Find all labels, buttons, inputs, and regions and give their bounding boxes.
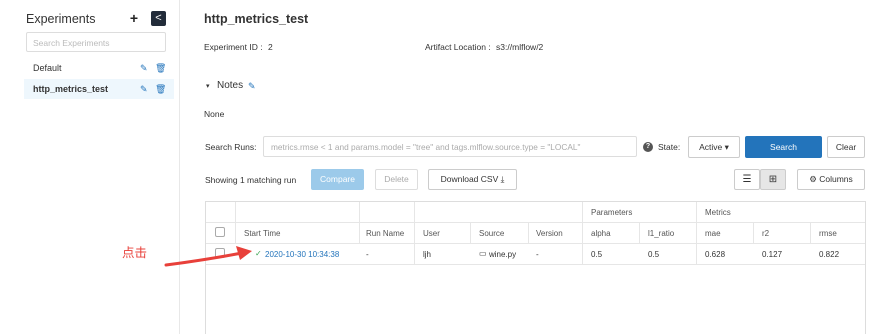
- list-view-icon[interactable]: ☰: [734, 169, 760, 190]
- download-csv-button[interactable]: Download CSV ⤓: [428, 169, 517, 190]
- sidebar-title: Experiments: [26, 12, 96, 26]
- sidebar-item-http-metrics-test[interactable]: http_metrics_test ✎ 🗑: [24, 79, 174, 99]
- column-header-source[interactable]: Source: [479, 229, 504, 238]
- annotation-arrow-icon: [164, 246, 252, 267]
- notes-edit-icon[interactable]: ✎: [248, 81, 256, 92]
- sidebar-item-default[interactable]: Default ✎ 🗑: [24, 58, 174, 78]
- columns-button[interactable]: ⚙ Columns: [797, 169, 865, 190]
- parameters-group-header: Parameters: [591, 208, 633, 217]
- delete-button[interactable]: Delete: [375, 169, 418, 190]
- search-runs-label: Search Runs:: [205, 142, 257, 152]
- clear-button[interactable]: Clear: [827, 136, 865, 158]
- column-header-start-time[interactable]: Start Time: [244, 229, 280, 238]
- column-header-version[interactable]: Version: [536, 229, 563, 238]
- version-cell: -: [536, 250, 539, 259]
- column-header-run-name[interactable]: Run Name: [366, 229, 404, 238]
- help-icon[interactable]: ?: [643, 142, 653, 152]
- artifact-location: Artifact Location : s3://mlflow/2: [425, 42, 543, 52]
- add-experiment-icon[interactable]: +: [127, 11, 141, 26]
- edit-icon[interactable]: ✎: [140, 58, 148, 78]
- source-cell[interactable]: wine.py: [489, 250, 516, 259]
- experiment-search-input[interactable]: Search Experiments: [26, 32, 166, 52]
- state-label: State:: [658, 142, 681, 152]
- notes-caret-icon[interactable]: ▾: [206, 82, 210, 90]
- match-count: Showing 1 matching run: [205, 175, 297, 185]
- notes-label[interactable]: Notes: [217, 80, 243, 91]
- source-file-icon: ▭: [479, 249, 487, 258]
- artifact-location-label: Artifact Location :: [425, 42, 491, 52]
- column-header-user[interactable]: User: [423, 229, 440, 238]
- r2-cell: 0.127: [762, 250, 783, 259]
- experiment-id: Experiment ID : 2: [204, 42, 273, 52]
- experiment-id-label: Experiment ID :: [204, 42, 263, 52]
- rmse-cell: 0.822: [819, 250, 840, 259]
- edit-icon[interactable]: ✎: [140, 79, 148, 99]
- search-runs-input[interactable]: metrics.rmse < 1 and params.model = "tre…: [263, 136, 637, 157]
- table-view-icon[interactable]: ⊞: [760, 169, 786, 190]
- select-all-checkbox[interactable]: [215, 227, 225, 237]
- state-dropdown[interactable]: Active ▾: [688, 136, 740, 158]
- run-name-cell: -: [366, 250, 369, 259]
- l1-ratio-cell: 0.5: [648, 250, 660, 259]
- search-button[interactable]: Search: [745, 136, 822, 158]
- artifact-location-value: s3://mlflow/2: [496, 42, 544, 52]
- column-header-rmse[interactable]: rmse: [819, 229, 837, 238]
- sidebar-item-label: Default: [33, 63, 62, 73]
- column-header-l1-ratio[interactable]: l1_ratio: [648, 229, 674, 238]
- collapse-sidebar-icon[interactable]: <: [151, 11, 166, 26]
- alpha-cell: 0.5: [591, 250, 603, 259]
- delete-icon[interactable]: 🗑: [155, 58, 166, 78]
- metrics-group-header: Metrics: [705, 208, 731, 217]
- mae-cell: 0.628: [705, 250, 726, 259]
- runs-table: Parameters Metrics Start Time Run Name U…: [205, 201, 866, 334]
- notes-value: None: [204, 109, 225, 119]
- column-header-mae[interactable]: mae: [705, 229, 721, 238]
- column-header-r2[interactable]: r2: [762, 229, 769, 238]
- column-header-alpha[interactable]: alpha: [591, 229, 611, 238]
- delete-icon[interactable]: 🗑: [155, 79, 166, 99]
- compare-button[interactable]: Compare: [311, 169, 364, 190]
- user-cell: ljh: [423, 250, 432, 259]
- annotation-label: 点击: [122, 245, 148, 260]
- page-title: http_metrics_test: [204, 12, 309, 26]
- run-start-time-link[interactable]: 2020-10-30 10:34:38: [265, 250, 339, 259]
- sidebar-item-label: http_metrics_test: [33, 84, 109, 94]
- experiment-id-value: 2: [267, 42, 273, 52]
